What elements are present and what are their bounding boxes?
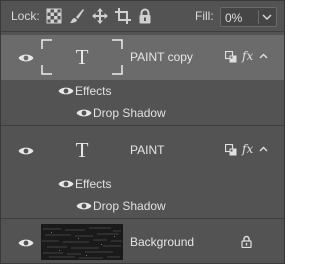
effects-label: Effects [75, 177, 112, 191]
chevron-up-icon[interactable] [259, 145, 268, 154]
toolbar-divider [1, 31, 284, 32]
chevron-down-icon[interactable] [261, 11, 273, 23]
lock-all-icon[interactable] [137, 8, 153, 24]
fill-divider [258, 10, 259, 24]
layer-thumbnail[interactable]: T [41, 132, 123, 168]
text-layer-icon: T [75, 45, 89, 69]
layer-divider [1, 125, 284, 126]
layer-row-background[interactable]: Background [1, 220, 284, 263]
link-icon [225, 144, 237, 156]
effect-label: Drop Shadow [93, 106, 166, 120]
lock-transparent-pixels-icon[interactable] [46, 8, 62, 24]
fill-input[interactable]: 0% [220, 7, 277, 27]
layer-name[interactable]: PAINT [130, 143, 164, 157]
layers-toolbar: Lock: Fill: 0% [1, 1, 284, 31]
effects-row[interactable]: Effects [1, 173, 284, 195]
eye-icon[interactable] [58, 86, 74, 96]
layer-name[interactable]: Background [130, 235, 194, 249]
fx-icon[interactable]: fx [242, 142, 253, 156]
fill-label: Fill: [195, 9, 214, 23]
chevron-up-icon[interactable] [259, 52, 268, 61]
layer-row-paint[interactable]: T PAINT fx [1, 128, 284, 173]
layer-row-paint-copy[interactable]: T PAINT copy fx [1, 35, 284, 80]
background-thumbnail[interactable] [41, 224, 123, 260]
eye-icon[interactable] [76, 108, 92, 118]
lock-image-pixels-icon[interactable] [69, 8, 85, 24]
lock-label: Lock: [11, 9, 40, 23]
effect-row-drop-shadow[interactable]: Drop Shadow [1, 195, 284, 217]
lock-position-icon[interactable] [92, 8, 108, 24]
eye-icon[interactable] [58, 179, 74, 189]
artboard-lock-icon[interactable] [115, 8, 131, 24]
lock-icon [241, 235, 252, 248]
link-icon [225, 51, 237, 63]
effects-label: Effects [75, 84, 112, 98]
eye-icon[interactable] [18, 238, 34, 248]
effect-label: Drop Shadow [93, 199, 166, 213]
effect-row-drop-shadow[interactable]: Drop Shadow [1, 102, 284, 124]
layer-name[interactable]: PAINT copy [130, 50, 193, 64]
layer-thumbnail[interactable]: T [41, 39, 123, 75]
eye-icon[interactable] [18, 146, 34, 156]
eye-icon[interactable] [76, 201, 92, 211]
layer-divider [1, 218, 284, 219]
eye-icon[interactable] [18, 53, 34, 63]
fill-value[interactable]: 0% [225, 11, 242, 25]
layers-panel: Lock: Fill: 0% T PAINT copy fx Effects D… [0, 0, 285, 264]
fx-icon[interactable]: fx [242, 49, 253, 63]
effects-row[interactable]: Effects [1, 80, 284, 102]
text-layer-icon: T [75, 138, 89, 162]
